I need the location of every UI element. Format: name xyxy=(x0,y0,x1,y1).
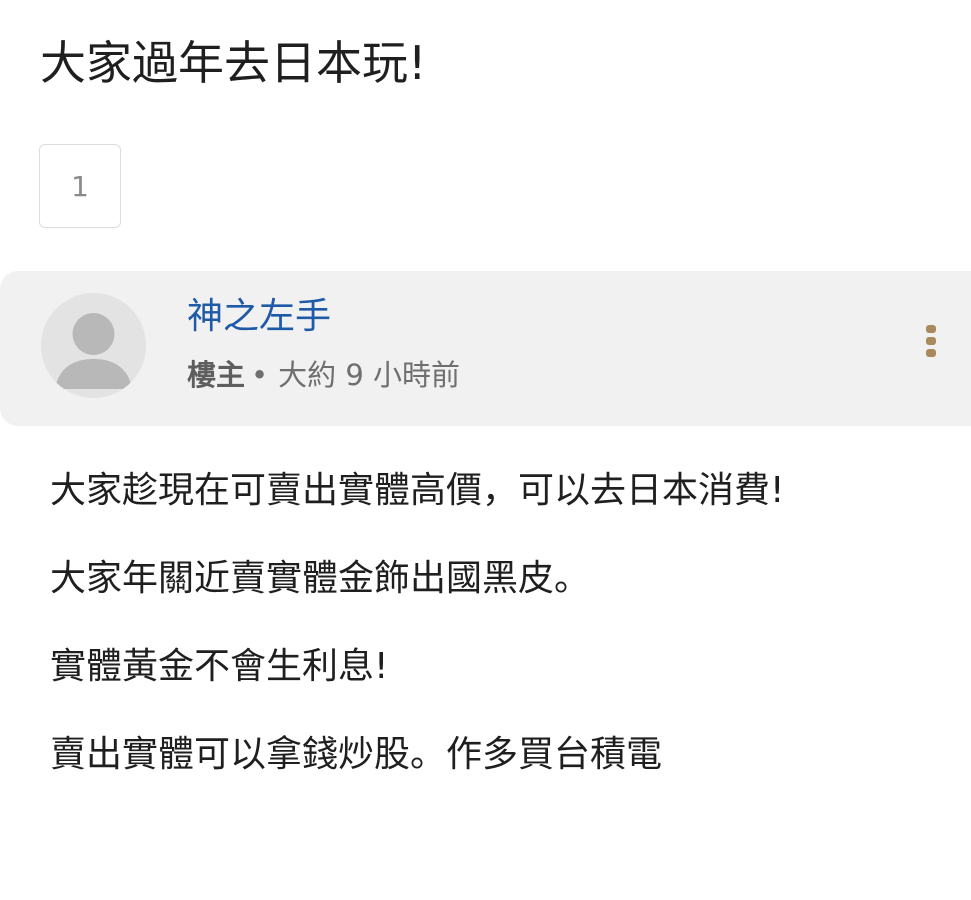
post-body-line: 大家趁現在可賣出實體高價，可以去日本消費! xyxy=(50,470,785,511)
post-body-line: 大家年關近賣實體金飾出國黑皮。 xyxy=(50,558,591,599)
meta-separator: • xyxy=(251,358,269,392)
page-number-button[interactable]: 1 xyxy=(39,144,121,228)
post-timestamp: 大約 9 小時前 xyxy=(278,358,461,392)
thread-title: 大家過年去日本玩! xyxy=(40,36,427,90)
post-meta: 樓主 • 大約 9 小時前 xyxy=(187,355,460,395)
post-body-line: 賣出實體可以拿錢炒股。作多買台積電 xyxy=(50,734,663,775)
post-body-line: 實體黃金不會生利息! xyxy=(50,646,389,687)
default-avatar-icon xyxy=(41,293,146,398)
more-options-icon[interactable] xyxy=(916,321,946,361)
post-body: 大家趁現在可賣出實體高價，可以去日本消費! 大家年關近賣實體金飾出國黑皮。 實體… xyxy=(50,462,940,814)
author-role-badge: 樓主 xyxy=(187,358,246,392)
post-header: 神之左手 樓主 • 大約 9 小時前 xyxy=(0,271,971,426)
vertical-ellipsis-icon xyxy=(926,325,936,357)
author-name[interactable]: 神之左手 xyxy=(187,293,331,341)
avatar[interactable] xyxy=(41,293,146,398)
